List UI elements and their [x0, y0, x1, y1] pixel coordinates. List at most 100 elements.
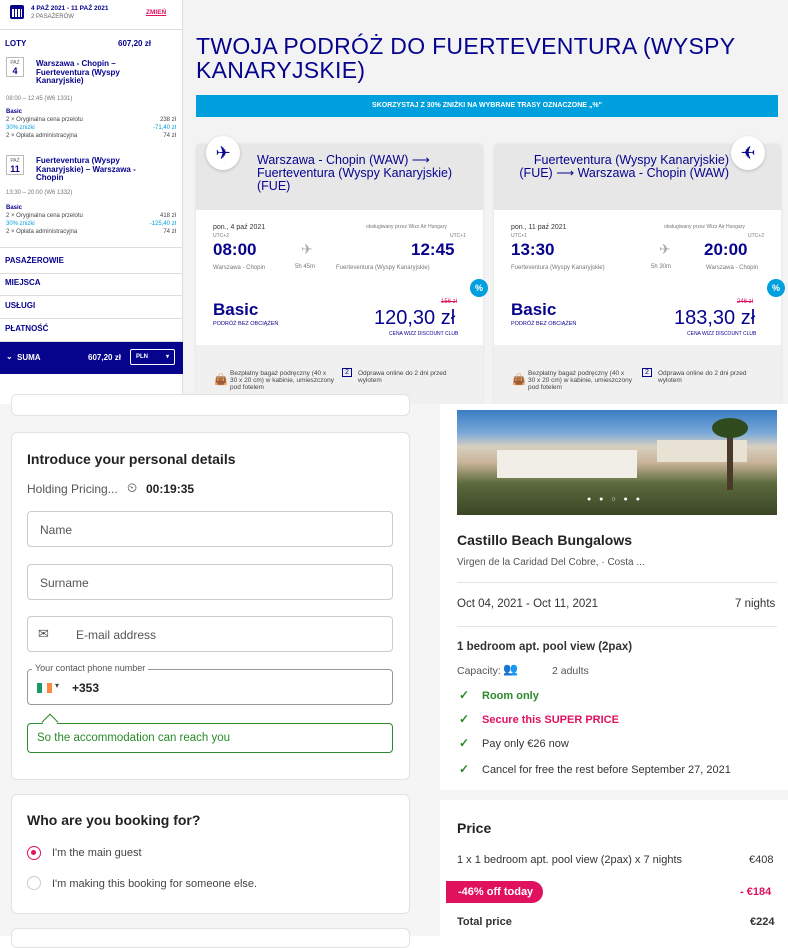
caret-down-icon[interactable]: ▾: [55, 681, 59, 690]
outbound-club-label: CENA WIZZ DISCOUNT CLUB: [389, 331, 459, 337]
outbound-fare-name: Basic: [213, 300, 259, 319]
hotel-name[interactable]: Castillo Beach Bungalows: [457, 532, 632, 548]
outbound-feature-checkin: Odprawa online do 2 dni przed wylotem: [358, 370, 447, 384]
bag-icon: 👜: [214, 374, 228, 386]
outbound-old-price: 156 zł: [441, 299, 458, 305]
passenger-count: 2 PASAŻERÓW: [31, 14, 74, 20]
name-field[interactable]: Name: [27, 511, 393, 547]
discount-percent-icon: %: [767, 279, 785, 297]
divider: [457, 582, 777, 583]
people-icon: 👥: [503, 662, 518, 676]
outbound-departure-time: 08:00: [213, 240, 257, 259]
outbound-route: Warszawa - Chopin – Fuerteventura (Wyspy…: [36, 59, 120, 85]
discount-banner: SKORZYSTAJ Z 30% ZNIŻKI NA WYBRANE TRASY…: [196, 95, 778, 117]
capacity-label: Capacity:: [457, 665, 501, 677]
total-price-label: Total price: [457, 916, 512, 928]
return-arrival-time: 20:00: [704, 240, 748, 259]
personal-details-title: Introduce your personal details: [27, 451, 236, 467]
chevron-down-icon: ⌄: [6, 352, 13, 361]
bungalows-shape: [497, 450, 637, 478]
hotel-location: Virgen de la Caridad Del Cobre, · Costa …: [457, 557, 645, 568]
return-operator: obsługiwany przez Wizz Air Hungary: [664, 224, 745, 230]
palm-trunk: [727, 430, 733, 490]
clock-icon: ⏲: [127, 480, 138, 495]
return-time: 13:30 – 20:00 (W6 1332): [6, 190, 73, 196]
return-flight-card[interactable]: Fuerteventura (Wyspy Kanaryjskie) (FUE) …: [494, 144, 781, 404]
bag-icon: 👜: [512, 374, 526, 386]
bungalows-shape: [657, 440, 747, 462]
outbound-price: 120,30 zł: [374, 307, 456, 329]
return-date-box: PAŹ 11: [6, 155, 24, 175]
outbound-line3: 2 × Opłata administracyjna: [6, 133, 78, 139]
page-title: TWOJA PODRÓŻ DO FUERTEVENTURA (WYSPY KAN…: [196, 33, 736, 83]
outbound-card-route: Warszawa - Chopin (WAW) ⟶ Fuerteventura …: [257, 153, 453, 193]
someone-else-label: I'm making this booking for someone else…: [52, 878, 258, 890]
section-payment[interactable]: PŁATNOŚĆ: [0, 316, 183, 342]
check-icon: ✓: [459, 712, 470, 726]
outbound-utc-dep: UTC+2: [213, 233, 229, 239]
outbound-flight-card[interactable]: Warszawa - Chopin (WAW) ⟶ Fuerteventura …: [196, 144, 483, 404]
checkin-icon: 2: [342, 368, 352, 377]
return-old-price: 246 zł: [737, 299, 754, 305]
return-price: 183,30 zł: [674, 307, 756, 329]
radio-main-guest[interactable]: [27, 846, 41, 860]
return-fare: Basic: [6, 205, 23, 211]
return-val1: 418 zł: [159, 213, 176, 219]
next-panel: [11, 928, 410, 948]
return-day: 11: [10, 164, 20, 174]
outbound-arrival-time: 12:45: [411, 240, 455, 259]
currency-select[interactable]: PLN ▾: [130, 349, 175, 365]
return-line2: 30% zniżki: [6, 221, 35, 227]
capacity-value: 2 adults: [552, 665, 589, 677]
return-fare-sub: PODRÓŻ BEZ OBCIĄŻEŃ: [511, 321, 577, 327]
check-icon: ✓: [459, 688, 470, 702]
return-card-route: Fuerteventura (Wyspy Kanaryjskie) (FUE) …: [519, 153, 729, 180]
return-val2: -125,40 zł: [149, 221, 176, 227]
ireland-flag-icon[interactable]: [37, 683, 52, 693]
surname-field[interactable]: Surname: [27, 564, 393, 600]
return-feature-bag: Bezpłatny bagaż podręczny (40 x 30 x 20 …: [528, 370, 633, 391]
perk-room-only: Room only: [482, 690, 539, 702]
phone-prefix: +353: [72, 681, 100, 695]
discount-value: - €184: [740, 886, 772, 898]
hotel-booking-screen: Introduce your personal details Holding …: [0, 394, 788, 948]
outbound-val3: 74 zł: [163, 133, 176, 139]
price-line-value: €408: [749, 854, 774, 866]
sum-value: 607,20 zł: [88, 353, 121, 362]
hold-timer: 00:19:35: [146, 482, 195, 496]
plane-icon: ✈: [659, 241, 671, 257]
return-from: Fuerteventura (Wyspy Kanaryjskie): [511, 265, 605, 271]
hotel-photo[interactable]: ● ● ○ ● ●: [457, 410, 777, 515]
carousel-dots[interactable]: ● ● ○ ● ●: [587, 496, 643, 503]
radio-someone-else[interactable]: [27, 876, 41, 890]
outbound-val1: 238 zł: [159, 117, 176, 123]
return-route: Fuerteventura (Wyspy Kanaryjskie) – Wars…: [36, 156, 136, 182]
return-fare-name: Basic: [511, 300, 557, 319]
check-icon: ✓: [459, 736, 470, 750]
price-title: Price: [457, 820, 492, 836]
return-departure-time: 13:30: [511, 240, 555, 259]
email-field[interactable]: E-mail address: [27, 616, 393, 652]
calendar-icon: [10, 5, 24, 19]
change-link[interactable]: ZMIEŃ: [146, 9, 166, 16]
perk-pay-now: Pay only €26 now: [482, 738, 569, 750]
currency-value: PLN: [136, 354, 148, 360]
room-type: 1 bedroom apt. pool view (2pax): [457, 641, 633, 653]
outbound-feature-bag: Bezpłatny bagaż podręczny (40 x 30 x 20 …: [230, 370, 335, 391]
total-sum-bar[interactable]: ⌄ SUMA 607,20 zł PLN ▾: [0, 342, 183, 374]
divider: [457, 626, 777, 627]
return-line3: 2 × Opłata administracyjna: [6, 229, 78, 235]
mail-icon: ✉: [38, 626, 49, 641]
discount-percent-icon: %: [470, 279, 488, 297]
perk-super-price: Secure this SUPER PRICE: [482, 714, 619, 726]
return-card-date: pon., 11 paź 2021: [511, 224, 567, 231]
trip-dates-header: 4 PAŹ 2021 - 11 PAŹ 2021 2 PASAŻERÓW ZMI…: [0, 0, 183, 30]
trip-dates: 4 PAŹ 2021 - 11 PAŹ 2021: [31, 5, 109, 12]
stay-nights: 7 nights: [735, 598, 776, 610]
return-feature-checkin: Odprawa online do 2 dni przed wylotem: [658, 370, 747, 384]
return-val3: 74 zł: [163, 229, 176, 235]
palm-leaves: [712, 418, 748, 438]
total-price-value: €224: [750, 916, 775, 928]
who-booking-title: Who are you booking for?: [27, 812, 201, 828]
outbound-date-box: PAŹ 4: [6, 57, 24, 77]
